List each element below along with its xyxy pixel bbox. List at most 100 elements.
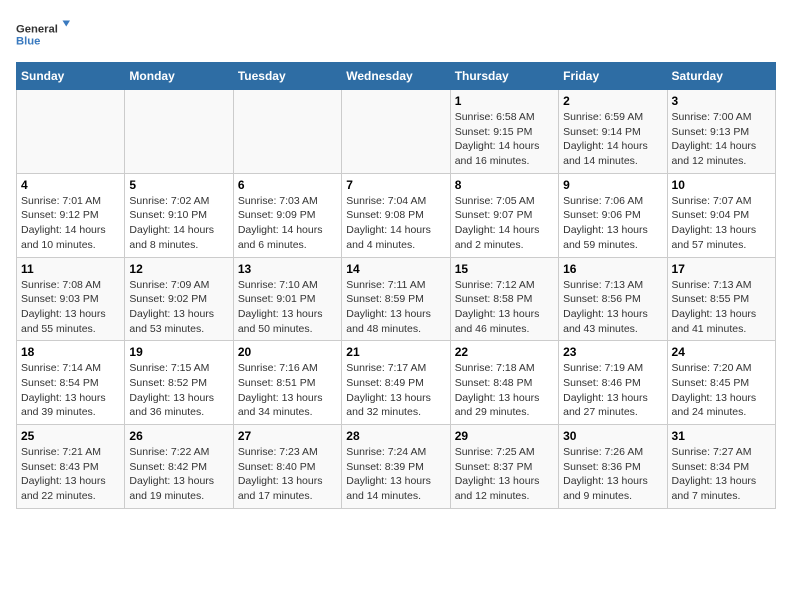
- day-info: Sunrise: 7:13 AM Sunset: 8:55 PM Dayligh…: [672, 278, 771, 337]
- day-cell: 29 Sunrise: 7:25 AM Sunset: 8:37 PM Dayli…: [450, 425, 558, 509]
- col-header-wednesday: Wednesday: [342, 63, 450, 90]
- day-info: Sunrise: 7:14 AM Sunset: 8:54 PM Dayligh…: [21, 361, 120, 420]
- logo: General Blue: [16, 16, 76, 52]
- day-number: 21: [346, 345, 445, 359]
- day-info: Sunrise: 7:09 AM Sunset: 9:02 PM Dayligh…: [129, 278, 228, 337]
- week-row-4: 18 Sunrise: 7:14 AM Sunset: 8:54 PM Dayli…: [17, 341, 776, 425]
- day-number: 31: [672, 429, 771, 443]
- day-info: Sunrise: 7:01 AM Sunset: 9:12 PM Dayligh…: [21, 194, 120, 253]
- day-info: Sunrise: 7:17 AM Sunset: 8:49 PM Dayligh…: [346, 361, 445, 420]
- day-cell: 9 Sunrise: 7:06 AM Sunset: 9:06 PM Daylig…: [559, 173, 667, 257]
- day-number: 27: [238, 429, 337, 443]
- day-info: Sunrise: 7:21 AM Sunset: 8:43 PM Dayligh…: [21, 445, 120, 504]
- day-number: 12: [129, 262, 228, 276]
- header: General Blue: [16, 16, 776, 52]
- logo-svg: General Blue: [16, 16, 76, 52]
- day-info: Sunrise: 6:59 AM Sunset: 9:14 PM Dayligh…: [563, 110, 662, 169]
- week-row-2: 4 Sunrise: 7:01 AM Sunset: 9:12 PM Daylig…: [17, 173, 776, 257]
- day-cell: 10Sunrise: 7:07 AM Sunset: 9:04 PM Dayli…: [667, 173, 775, 257]
- col-header-sunday: Sunday: [17, 63, 125, 90]
- day-number: 13: [238, 262, 337, 276]
- day-cell: 12 Sunrise: 7:09 AM Sunset: 9:02 PM Dayli…: [125, 257, 233, 341]
- day-number: 22: [455, 345, 554, 359]
- day-cell: 18 Sunrise: 7:14 AM Sunset: 8:54 PM Dayli…: [17, 341, 125, 425]
- day-number: 15: [455, 262, 554, 276]
- day-number: 2: [563, 94, 662, 108]
- day-number: 25: [21, 429, 120, 443]
- week-row-3: 11Sunrise: 7:08 AM Sunset: 9:03 PM Dayli…: [17, 257, 776, 341]
- day-cell: 23 Sunrise: 7:19 AM Sunset: 8:46 PM Dayli…: [559, 341, 667, 425]
- day-number: 20: [238, 345, 337, 359]
- day-cell: [17, 90, 125, 174]
- day-info: Sunrise: 7:25 AM Sunset: 8:37 PM Dayligh…: [455, 445, 554, 504]
- day-cell: 13 Sunrise: 7:10 AM Sunset: 9:01 PM Dayli…: [233, 257, 341, 341]
- day-info: Sunrise: 7:23 AM Sunset: 8:40 PM Dayligh…: [238, 445, 337, 504]
- day-info: Sunrise: 7:04 AM Sunset: 9:08 PM Dayligh…: [346, 194, 445, 253]
- day-info: Sunrise: 7:19 AM Sunset: 8:46 PM Dayligh…: [563, 361, 662, 420]
- col-header-thursday: Thursday: [450, 63, 558, 90]
- day-number: 9: [563, 178, 662, 192]
- day-cell: 28 Sunrise: 7:24 AM Sunset: 8:39 PM Dayli…: [342, 425, 450, 509]
- day-cell: 7 Sunrise: 7:04 AM Sunset: 9:08 PM Daylig…: [342, 173, 450, 257]
- day-cell: 24 Sunrise: 7:20 AM Sunset: 8:45 PM Dayli…: [667, 341, 775, 425]
- day-cell: 30 Sunrise: 7:26 AM Sunset: 8:36 PM Dayli…: [559, 425, 667, 509]
- day-number: 19: [129, 345, 228, 359]
- day-number: 8: [455, 178, 554, 192]
- day-cell: 19 Sunrise: 7:15 AM Sunset: 8:52 PM Dayli…: [125, 341, 233, 425]
- day-info: Sunrise: 7:22 AM Sunset: 8:42 PM Dayligh…: [129, 445, 228, 504]
- day-number: 17: [672, 262, 771, 276]
- day-info: Sunrise: 7:26 AM Sunset: 8:36 PM Dayligh…: [563, 445, 662, 504]
- day-info: Sunrise: 7:27 AM Sunset: 8:34 PM Dayligh…: [672, 445, 771, 504]
- week-row-1: 1Sunrise: 6:58 AM Sunset: 9:15 PM Daylig…: [17, 90, 776, 174]
- day-cell: 4 Sunrise: 7:01 AM Sunset: 9:12 PM Daylig…: [17, 173, 125, 257]
- day-info: Sunrise: 7:07 AM Sunset: 9:04 PM Dayligh…: [672, 194, 771, 253]
- day-number: 6: [238, 178, 337, 192]
- day-info: Sunrise: 7:16 AM Sunset: 8:51 PM Dayligh…: [238, 361, 337, 420]
- day-number: 14: [346, 262, 445, 276]
- col-header-monday: Monday: [125, 63, 233, 90]
- calendar-table: SundayMondayTuesdayWednesdayThursdayFrid…: [16, 62, 776, 509]
- day-cell: [342, 90, 450, 174]
- day-number: 4: [21, 178, 120, 192]
- day-info: Sunrise: 7:05 AM Sunset: 9:07 PM Dayligh…: [455, 194, 554, 253]
- day-info: Sunrise: 7:06 AM Sunset: 9:06 PM Dayligh…: [563, 194, 662, 253]
- day-cell: 17 Sunrise: 7:13 AM Sunset: 8:55 PM Dayli…: [667, 257, 775, 341]
- day-info: Sunrise: 7:13 AM Sunset: 8:56 PM Dayligh…: [563, 278, 662, 337]
- day-cell: 5Sunrise: 7:02 AM Sunset: 9:10 PM Daylig…: [125, 173, 233, 257]
- day-info: Sunrise: 7:20 AM Sunset: 8:45 PM Dayligh…: [672, 361, 771, 420]
- col-header-saturday: Saturday: [667, 63, 775, 90]
- day-cell: 20 Sunrise: 7:16 AM Sunset: 8:51 PM Dayli…: [233, 341, 341, 425]
- day-number: 11: [21, 262, 120, 276]
- day-cell: 14Sunrise: 7:11 AM Sunset: 8:59 PM Dayli…: [342, 257, 450, 341]
- day-cell: 8 Sunrise: 7:05 AM Sunset: 9:07 PM Daylig…: [450, 173, 558, 257]
- header-row: SundayMondayTuesdayWednesdayThursdayFrid…: [17, 63, 776, 90]
- day-number: 16: [563, 262, 662, 276]
- day-cell: 2 Sunrise: 6:59 AM Sunset: 9:14 PM Daylig…: [559, 90, 667, 174]
- day-number: 30: [563, 429, 662, 443]
- day-info: Sunrise: 7:15 AM Sunset: 8:52 PM Dayligh…: [129, 361, 228, 420]
- day-number: 3: [672, 94, 771, 108]
- day-cell: [125, 90, 233, 174]
- day-number: 7: [346, 178, 445, 192]
- day-cell: 1Sunrise: 6:58 AM Sunset: 9:15 PM Daylig…: [450, 90, 558, 174]
- day-info: Sunrise: 7:12 AM Sunset: 8:58 PM Dayligh…: [455, 278, 554, 337]
- day-number: 24: [672, 345, 771, 359]
- week-row-5: 25 Sunrise: 7:21 AM Sunset: 8:43 PM Dayli…: [17, 425, 776, 509]
- svg-text:General: General: [16, 24, 58, 36]
- day-number: 23: [563, 345, 662, 359]
- day-cell: 3 Sunrise: 7:00 AM Sunset: 9:13 PM Daylig…: [667, 90, 775, 174]
- day-cell: 21 Sunrise: 7:17 AM Sunset: 8:49 PM Dayli…: [342, 341, 450, 425]
- day-info: Sunrise: 7:24 AM Sunset: 8:39 PM Dayligh…: [346, 445, 445, 504]
- day-number: 29: [455, 429, 554, 443]
- day-number: 28: [346, 429, 445, 443]
- day-info: Sunrise: 7:18 AM Sunset: 8:48 PM Dayligh…: [455, 361, 554, 420]
- day-info: Sunrise: 7:10 AM Sunset: 9:01 PM Dayligh…: [238, 278, 337, 337]
- svg-text:Blue: Blue: [16, 36, 40, 48]
- day-number: 18: [21, 345, 120, 359]
- day-cell: 15 Sunrise: 7:12 AM Sunset: 8:58 PM Dayli…: [450, 257, 558, 341]
- day-cell: 25 Sunrise: 7:21 AM Sunset: 8:43 PM Dayli…: [17, 425, 125, 509]
- day-number: 1: [455, 94, 554, 108]
- day-number: 5: [129, 178, 228, 192]
- day-cell: 31 Sunrise: 7:27 AM Sunset: 8:34 PM Dayli…: [667, 425, 775, 509]
- day-info: Sunrise: 7:00 AM Sunset: 9:13 PM Dayligh…: [672, 110, 771, 169]
